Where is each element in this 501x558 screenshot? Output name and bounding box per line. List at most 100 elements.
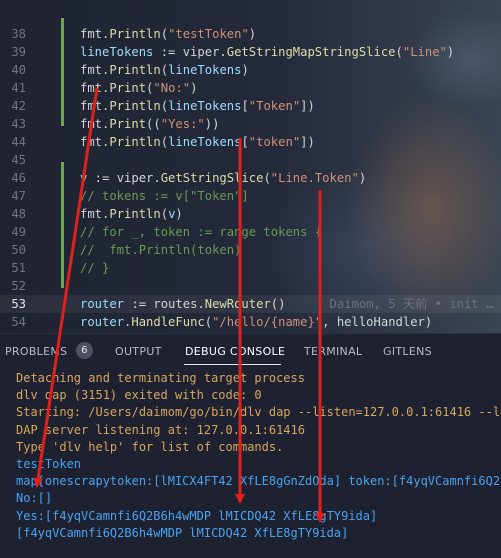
code-token: fmt. [80, 135, 110, 149]
console-line: dlv dap (3151) exited with code: 0 [16, 388, 262, 403]
line-number: 47 [11, 189, 26, 203]
code-token: ]) [300, 99, 315, 113]
code-line[interactable]: 42 fmt.Println(lineTokens["Token"]) [0, 97, 501, 115]
code-token: "Line" [402, 45, 447, 59]
line-number: 49 [11, 225, 26, 239]
console-line: map[onescrapytoken:[lMICX4FT42 XfLE8gGnZ… [16, 474, 501, 489]
code-token: ( [263, 171, 271, 185]
code-token: Daimom, 5 天前 • init … [285, 297, 494, 311]
code-line[interactable]: 41 fmt.Print("No:") [0, 79, 501, 97]
code-token: GetStringMapStringSlice [226, 45, 396, 59]
line-number: 43 [11, 117, 26, 131]
line-number: 50 [11, 243, 26, 257]
code-token: router. [80, 315, 132, 329]
code-token: lineTokens [168, 99, 242, 113]
line-number: 46 [11, 171, 26, 185]
line-number: 44 [11, 135, 26, 149]
code-line[interactable]: 44 fmt.Println(lineTokens["token"]) [0, 133, 501, 151]
code-line[interactable]: 38 fmt.Println("testToken") [0, 25, 501, 43]
active-tab-indicator [184, 364, 281, 365]
line-number: 42 [11, 99, 26, 113]
code-text: v := viper.GetStringSlice("Line.Token") [80, 169, 366, 187]
code-token: lineTokens [168, 63, 242, 77]
code-token: ) [358, 171, 367, 185]
tab-debug-console[interactable]: DEBUG CONSOLE [185, 345, 285, 358]
code-token: ( [160, 27, 169, 41]
code-text: fmt.Println(lineTokens) [80, 61, 249, 79]
line-number: 52 [11, 279, 26, 293]
code-token: lineTokens [80, 45, 154, 59]
line-number: 54 [11, 315, 26, 329]
code-token: ) [248, 27, 257, 41]
code-token: NewRouter [204, 297, 271, 311]
code-token: ( [160, 63, 169, 77]
code-token: ( [160, 135, 169, 149]
code-token: fmt. [80, 117, 110, 131]
code-token: := routes. [124, 297, 205, 311]
code-line[interactable]: 45 [0, 151, 501, 169]
code-token: "No:" [153, 81, 191, 95]
tab-terminal[interactable]: TERMINAL [304, 345, 362, 358]
code-token: Println [109, 207, 161, 221]
code-token: GetStringSlice [160, 171, 264, 185]
code-token: ( [204, 315, 213, 329]
console-line: DAP server listening at: 127.0.0.1:61416 [16, 422, 305, 437]
code-token: Println [109, 27, 161, 41]
code-token: ) [175, 207, 183, 221]
gutter-change-marker [61, 18, 64, 126]
line-number: 40 [11, 63, 26, 77]
code-token: ) [190, 81, 198, 95]
code-token: Println [109, 99, 161, 113]
code-line[interactable]: 47 // tokens := v["Token"] [0, 187, 501, 205]
code-token: := viper. [153, 45, 227, 59]
code-token: ( [160, 99, 169, 113]
code-text: fmt.Println(lineTokens["token"]) [80, 133, 315, 151]
code-text: router := routes.NewRouter() Daimom, 5 天… [80, 295, 493, 313]
code-text: fmt.Println(lineTokens["Token"]) [80, 97, 315, 115]
code-editor[interactable]: 38 fmt.Println("testToken") 39 lineTokens :… [0, 0, 501, 333]
code-text: fmt.Print("No:") [80, 79, 197, 97]
code-token: fmt. [80, 81, 110, 95]
code-text: fmt.Println("testToken") [80, 25, 256, 43]
code-line[interactable]: 43 fmt.Print(("Yes:")) [0, 115, 501, 133]
tab-output[interactable]: OUTPUT [115, 345, 162, 358]
line-number: 51 [11, 261, 26, 275]
code-token: "Yes:" [160, 117, 205, 131]
code-text: // } [80, 259, 109, 277]
console-line: testToken [16, 457, 82, 471]
code-text: // tokens := v["Token"] [80, 187, 249, 205]
code-token: ) [446, 45, 455, 59]
code-token: lineTokens [168, 135, 242, 149]
tab-gitlens[interactable]: GITLENS [383, 345, 432, 358]
console-line: Starting: /Users/daimom/go/bin/dlv dap -… [16, 405, 501, 420]
code-token: (( [146, 117, 161, 131]
line-number: 45 [11, 153, 26, 167]
tab-problems[interactable]: PROBLEMS [5, 345, 67, 358]
code-line[interactable]: 40 fmt.Println(lineTokens) [0, 61, 501, 79]
code-line[interactable]: 50 // fmt.Println(token) [0, 241, 501, 259]
console-line: No:[] [16, 491, 53, 506]
code-line[interactable]: 46 v := viper.GetStringSlice("Line.Token"… [0, 169, 501, 187]
code-line[interactable]: 53 router := routes.NewRouter() Daimom, 5… [0, 295, 501, 313]
code-line[interactable]: 39 lineTokens := viper.GetStringMapString… [0, 43, 501, 61]
code-token: "token" [248, 135, 301, 149]
code-line[interactable]: 54 router.HandleFunc("/hello/{name}", hel… [0, 313, 501, 331]
line-number: 53 [11, 297, 26, 311]
code-token: "testToken" [168, 27, 249, 41]
console-line: Detaching and terminating target process [16, 371, 305, 385]
code-line[interactable]: 52 [0, 277, 501, 295]
code-line[interactable]: 51 // } [0, 259, 501, 277]
line-number: 39 [11, 45, 26, 59]
code-token: ( [395, 45, 403, 59]
code-text: // for _, token := range tokens { [80, 223, 322, 241]
code-line[interactable]: 48 fmt.Println(v) [0, 205, 501, 223]
code-line[interactable]: 49 // for _, token := range tokens { [0, 223, 501, 241]
line-number: 38 [11, 27, 26, 41]
code-token: ( [160, 207, 169, 221]
code-text: fmt.Println(v) [80, 205, 183, 223]
panel-tabs: PROBLEMS 6 OUTPUT DEBUG CONSOLE TERMINAL… [0, 334, 501, 368]
code-token: fmt. [80, 27, 110, 41]
code-token: // for _, token := range tokens { [80, 225, 323, 239]
code-token: [ [241, 135, 249, 149]
code-token: := viper. [87, 171, 161, 185]
